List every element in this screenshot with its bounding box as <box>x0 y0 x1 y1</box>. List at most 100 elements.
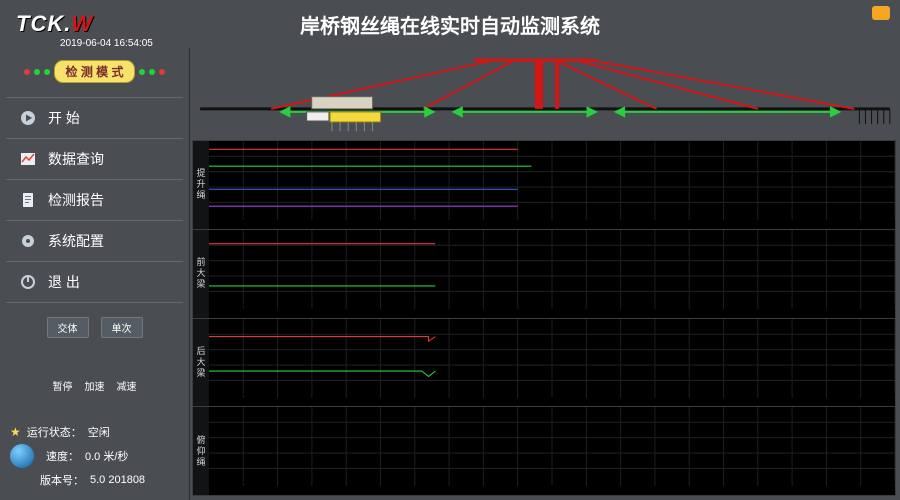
svg-text:10: 10 <box>269 212 287 229</box>
svg-text:15: 15 <box>303 478 321 495</box>
chart-label-column: 提升绳 前大梁 后大梁 俯仰绳 <box>193 141 209 495</box>
menu-query[interactable]: 数据查询 <box>6 143 183 175</box>
svg-text:70: 70 <box>680 478 698 495</box>
svg-text:5: 5 <box>239 301 248 318</box>
globe-icon <box>10 444 34 468</box>
svg-text:80: 80 <box>749 390 767 407</box>
body: 检 测 模 式 开 始 数据查询 检测报告 <box>0 48 900 500</box>
version-value: 5.0 201808 <box>90 474 145 486</box>
svg-text:60: 60 <box>612 301 630 318</box>
svg-text:70: 70 <box>680 301 698 318</box>
svg-text:75: 75 <box>715 301 733 318</box>
version-line: 版本号： 5.0 201808 <box>10 472 179 488</box>
svg-text:90: 90 <box>817 478 835 495</box>
svg-text:35: 35 <box>440 478 458 495</box>
logo-text-suffix: W <box>71 11 93 36</box>
svg-text:50: 50 <box>543 390 561 407</box>
page-title: 岸桥钢丝绳在线实时自动监测系统 <box>300 10 600 39</box>
gear-icon <box>20 233 36 249</box>
chart-label-a: 提升绳 <box>193 141 209 230</box>
speed-value: 0.0 米/秒 <box>85 448 128 464</box>
svg-text:60: 60 <box>612 478 630 495</box>
chart-stack: 提升绳 前大梁 后大梁 俯仰绳 5 10 15 20 25 30 35 40 45 50 55 60 6… <box>192 140 896 496</box>
svg-text:85: 85 <box>783 390 801 407</box>
svg-text:85: 85 <box>783 478 801 495</box>
chart-icon <box>20 151 36 167</box>
svg-text:100: 100 <box>882 478 895 495</box>
logo: TCK.W <box>16 11 156 37</box>
power-icon <box>20 274 36 290</box>
svg-text:30: 30 <box>406 478 424 495</box>
chart-0[interactable]: 5101520253035404550556065707580859095100 <box>209 141 895 230</box>
svg-text:15: 15 <box>303 390 321 407</box>
svg-text:20: 20 <box>337 212 355 229</box>
svg-text:65: 65 <box>646 301 664 318</box>
svg-text:80: 80 <box>749 478 767 495</box>
run-state-line: ★ 运行状态： 空闲 <box>10 424 179 440</box>
btn-swap[interactable]: 交体 <box>47 317 89 338</box>
small-button-row: 交体 单次 <box>6 317 183 338</box>
report-icon <box>20 192 36 208</box>
svg-text:40: 40 <box>474 212 492 229</box>
svg-text:20: 20 <box>337 301 355 318</box>
svg-text:65: 65 <box>646 478 664 495</box>
svg-text:25: 25 <box>372 212 390 229</box>
speed-line: 速度： 0.0 米/秒 <box>10 444 179 468</box>
svg-text:65: 65 <box>646 390 664 407</box>
minimize-button[interactable] <box>872 6 890 20</box>
svg-text:95: 95 <box>852 212 870 229</box>
svg-text:30: 30 <box>406 301 424 318</box>
svg-text:20: 20 <box>337 478 355 495</box>
btn-single[interactable]: 单次 <box>101 317 143 338</box>
svg-text:50: 50 <box>543 212 561 229</box>
run-state-value: 空闲 <box>88 424 110 440</box>
svg-text:40: 40 <box>474 478 492 495</box>
svg-text:45: 45 <box>509 212 527 229</box>
svg-text:55: 55 <box>577 478 595 495</box>
pause-button[interactable]: 暂停 <box>53 378 73 393</box>
chart-2[interactable]: 5101520253035404550556065707580859095100 <box>209 319 895 408</box>
svg-text:95: 95 <box>852 301 870 318</box>
slow-button[interactable]: 减速 <box>117 378 137 393</box>
svg-text:95: 95 <box>852 390 870 407</box>
svg-text:45: 45 <box>509 301 527 318</box>
svg-text:10: 10 <box>269 390 287 407</box>
menu-start[interactable]: 开 始 <box>6 102 183 134</box>
svg-text:60: 60 <box>612 390 630 407</box>
menu-report[interactable]: 检测报告 <box>6 184 183 216</box>
topbar: TCK.W 岸桥钢丝绳在线实时自动监测系统 2019-06-04 16:54:0… <box>0 0 900 48</box>
menu-settings[interactable]: 系统配置 <box>6 225 183 257</box>
chart-1[interactable]: 5101520253035404550556065707580859095100 <box>209 230 895 319</box>
status-block: ★ 运行状态： 空闲 速度： 0.0 米/秒 版本号： 5.0 201808 <box>6 420 183 492</box>
speed-label: 速度： <box>46 448 79 464</box>
svg-text:70: 70 <box>680 212 698 229</box>
version-label: 版本号： <box>40 472 84 488</box>
chart-label-b: 前大梁 <box>193 230 209 319</box>
mode-pill[interactable]: 检 测 模 式 <box>54 60 134 83</box>
svg-text:75: 75 <box>715 212 733 229</box>
sidebar: 检 测 模 式 开 始 数据查询 检测报告 <box>0 48 190 500</box>
fast-button[interactable]: 加速 <box>85 378 105 393</box>
svg-text:95: 95 <box>852 478 870 495</box>
svg-text:35: 35 <box>440 390 458 407</box>
svg-text:65: 65 <box>646 212 664 229</box>
svg-text:10: 10 <box>269 301 287 318</box>
chart-label-d: 俯仰绳 <box>193 407 209 495</box>
svg-text:85: 85 <box>783 301 801 318</box>
svg-text:85: 85 <box>783 212 801 229</box>
svg-text:100: 100 <box>882 212 895 229</box>
menu-label: 开 始 <box>48 108 80 128</box>
svg-text:25: 25 <box>372 478 390 495</box>
star-icon: ★ <box>10 425 21 439</box>
chart-3[interactable]: 5101520253035404550556065707580859095100 <box>209 407 895 495</box>
mode-badge: 检 测 模 式 <box>6 60 183 83</box>
svg-text:70: 70 <box>680 390 698 407</box>
svg-text:80: 80 <box>749 301 767 318</box>
svg-text:90: 90 <box>817 390 835 407</box>
svg-text:60: 60 <box>612 212 630 229</box>
svg-text:40: 40 <box>474 390 492 407</box>
svg-text:55: 55 <box>577 212 595 229</box>
menu-exit[interactable]: 退 出 <box>6 266 183 298</box>
svg-text:55: 55 <box>577 390 595 407</box>
svg-text:10: 10 <box>269 478 287 495</box>
